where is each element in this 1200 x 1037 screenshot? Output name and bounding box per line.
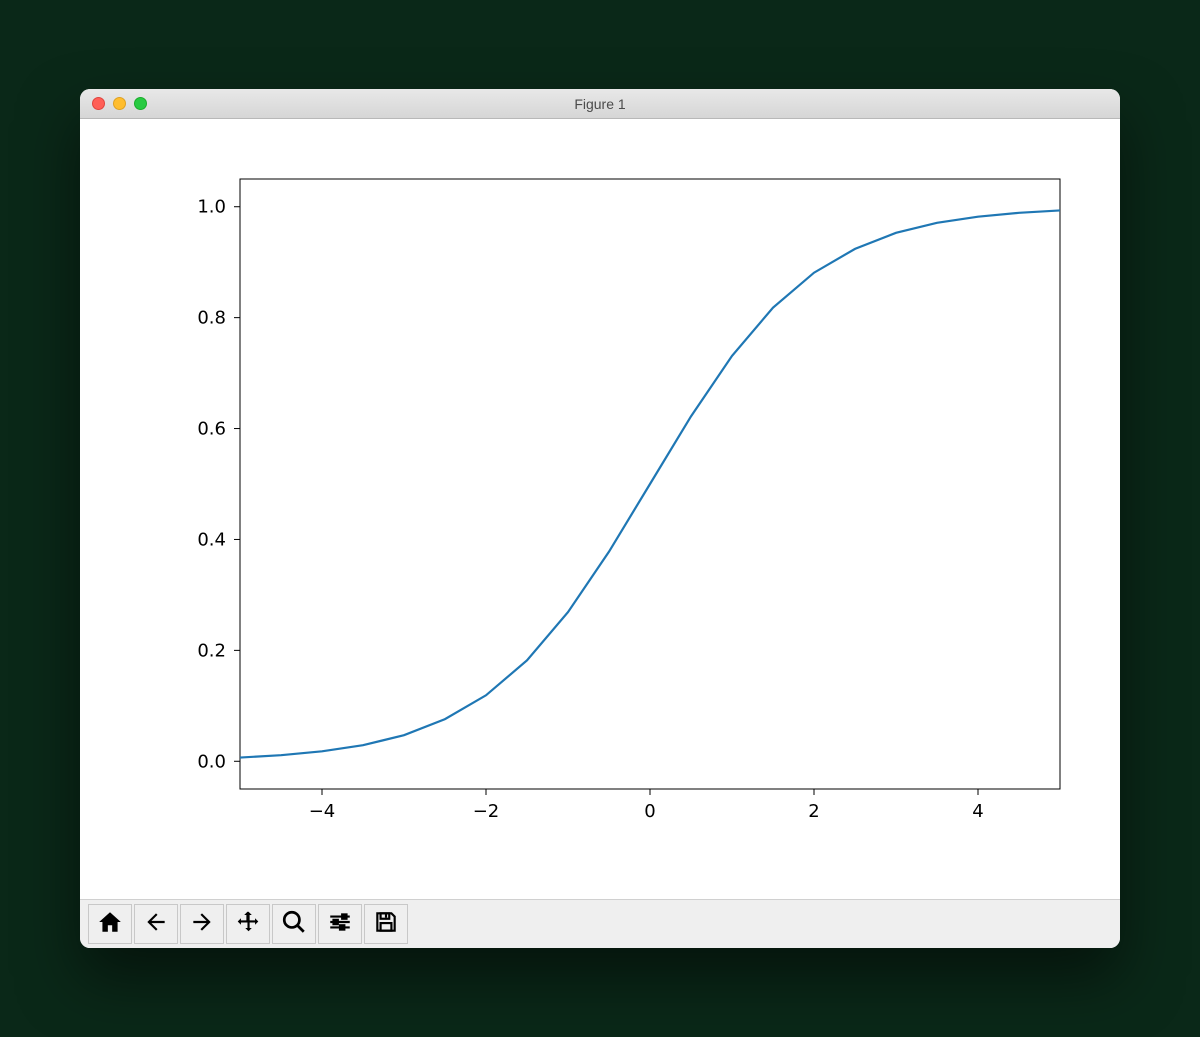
window-titlebar: Figure 1 — [80, 89, 1120, 119]
minimize-window-button[interactable] — [113, 97, 126, 110]
window-title: Figure 1 — [80, 96, 1120, 112]
svg-text:0.4: 0.4 — [197, 529, 226, 550]
chart-svg: −4 −2 0 2 4 0.0 0.2 0.4 0.6 0.8 1.0 — [100, 139, 1100, 889]
svg-text:−2: −2 — [473, 801, 500, 822]
home-button[interactable] — [88, 904, 132, 944]
svg-text:−4: −4 — [309, 801, 336, 822]
sliders-icon — [327, 909, 353, 940]
svg-text:0.6: 0.6 — [197, 419, 226, 440]
move-icon — [235, 909, 261, 940]
svg-text:4: 4 — [972, 801, 983, 822]
svg-text:0: 0 — [644, 801, 655, 822]
forward-button[interactable] — [180, 904, 224, 944]
close-window-button[interactable] — [92, 97, 105, 110]
svg-text:1.0: 1.0 — [197, 197, 226, 218]
zoom-button[interactable] — [272, 904, 316, 944]
chart-container: −4 −2 0 2 4 0.0 0.2 0.4 0.6 0.8 1.0 — [100, 139, 1100, 889]
maximize-window-button[interactable] — [134, 97, 147, 110]
home-icon — [97, 909, 123, 940]
svg-text:2: 2 — [808, 801, 819, 822]
zoom-icon — [281, 909, 307, 940]
svg-text:0.0: 0.0 — [197, 751, 226, 772]
arrow-right-icon — [189, 909, 215, 940]
save-button[interactable] — [364, 904, 408, 944]
svg-text:0.2: 0.2 — [197, 640, 226, 661]
figure-canvas[interactable]: −4 −2 0 2 4 0.0 0.2 0.4 0.6 0.8 1.0 — [80, 119, 1120, 899]
app-window: Figure 1 −4 −2 0 2 4 0.0 0.2 0.4 0.6 0.8 1.0 — [80, 89, 1120, 948]
matplotlib-toolbar — [80, 899, 1120, 948]
configure-subplots-button[interactable] — [318, 904, 362, 944]
back-button[interactable] — [134, 904, 178, 944]
traffic-lights — [80, 97, 147, 110]
save-icon — [373, 909, 399, 940]
pan-button[interactable] — [226, 904, 270, 944]
arrow-left-icon — [143, 909, 169, 940]
svg-text:0.8: 0.8 — [197, 308, 226, 329]
